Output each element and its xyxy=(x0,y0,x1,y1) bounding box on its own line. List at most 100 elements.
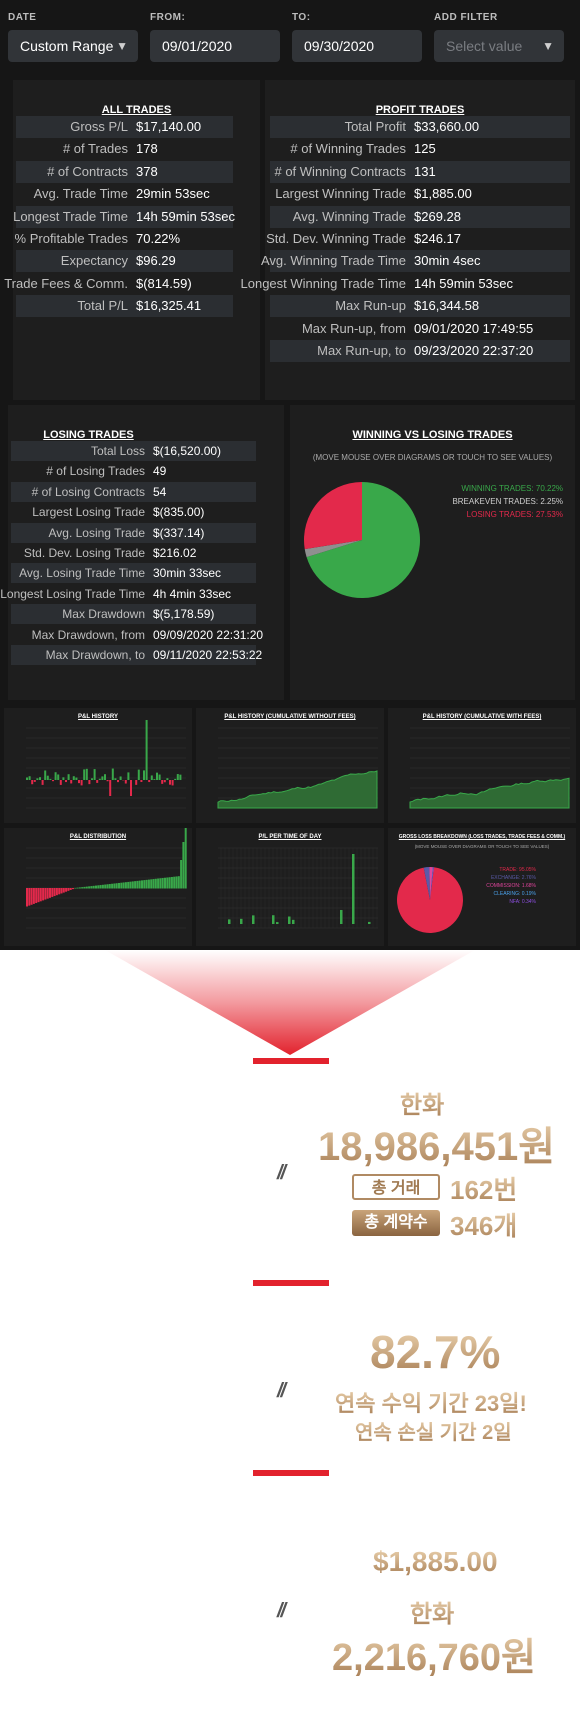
bar xyxy=(340,910,343,924)
chevron-down-icon: ▼ xyxy=(116,39,128,53)
stat-label: Total Loss xyxy=(90,444,145,458)
stat-label: Max Drawdown, from xyxy=(31,627,145,642)
bar xyxy=(80,780,83,786)
bar xyxy=(134,881,137,889)
win-loss-pie[interactable] xyxy=(290,405,575,700)
bar xyxy=(55,888,58,896)
bar xyxy=(111,768,114,780)
profit-trades-panel: PROFIT TRADES Total Profit $33,660.00 # of… xyxy=(241,80,575,400)
bar xyxy=(182,842,185,889)
bar xyxy=(30,888,33,905)
stat-row: Longest Losing Trade Time 4h 4min 33sec xyxy=(0,584,256,604)
bar xyxy=(171,780,174,786)
stat-value: 30min 4sec xyxy=(414,253,481,269)
bar xyxy=(85,886,88,889)
stat-row: Gross P/L $17,140.00 xyxy=(16,116,233,138)
bar xyxy=(150,879,153,889)
bar xyxy=(101,776,104,780)
bar xyxy=(158,774,161,780)
date-range-select[interactable]: Custom Range ▼ xyxy=(8,30,138,62)
total-trades-badge: 총 거래 xyxy=(352,1174,440,1200)
largest-win-krw: 2,216,760원 xyxy=(332,1626,536,1681)
stat-value: 70.22% xyxy=(136,231,181,246)
bar xyxy=(137,769,140,780)
bar xyxy=(41,780,44,785)
stat-row: Largest Winning Trade $1,885.00 xyxy=(270,183,570,205)
bar xyxy=(49,778,52,780)
stat-value: 54 xyxy=(153,484,167,499)
stat-value: $(5,178.59) xyxy=(153,607,215,622)
bar xyxy=(92,885,95,889)
bar xyxy=(62,888,65,893)
legend-exchange: EXCHANGE: 2.76% xyxy=(490,875,536,881)
legend-nfa: NFA: 0.34% xyxy=(509,899,536,905)
bar xyxy=(78,780,80,784)
krw-label-2: 한화 xyxy=(410,1594,454,1629)
bar xyxy=(36,778,39,780)
to-label: TO: xyxy=(292,12,311,23)
bar xyxy=(166,778,169,780)
to-date-input[interactable]: 09/30/2020 xyxy=(292,30,422,62)
pl-cumulative-with-fees-chart[interactable]: P&L HISTORY (CUMULATIVE WITH FEES) xyxy=(388,708,576,823)
stat-value: 125 xyxy=(414,141,436,157)
pl-cumulative-without-fees-chart[interactable]: P&L HISTORY (CUMULATIVE WITHOUT FEES) xyxy=(196,708,384,823)
total-contracts-badge: 총 계약수 xyxy=(352,1210,440,1236)
bar xyxy=(179,774,182,780)
bar xyxy=(136,880,139,889)
stat-label: Avg. Winning Trade Time xyxy=(261,253,406,269)
stat-value: $(16,520.00) xyxy=(153,444,222,458)
bar xyxy=(173,876,176,889)
bar xyxy=(49,888,51,898)
bar xyxy=(74,887,77,889)
bar xyxy=(119,776,122,780)
bar xyxy=(174,778,177,780)
pie-slice-losing[interactable] xyxy=(304,482,362,550)
stat-label: Std. Dev. Winning Trade xyxy=(266,231,406,246)
pl-history-chart[interactable]: P&L HISTORY xyxy=(4,708,192,823)
bar xyxy=(120,882,123,889)
trade-dashboard: DATE Custom Range ▼ FROM: 09/01/2020 TO:… xyxy=(0,0,580,950)
bar xyxy=(180,860,183,889)
stat-label: Longest Winning Trade Time xyxy=(240,275,406,291)
bar xyxy=(39,777,41,780)
from-date-input[interactable]: 09/01/2020 xyxy=(150,30,280,62)
bar xyxy=(292,919,295,924)
bar xyxy=(113,883,116,889)
bar xyxy=(83,886,86,889)
bar xyxy=(90,886,93,889)
profit-trades-title: PROFIT TRADES xyxy=(375,104,465,116)
bar xyxy=(76,887,79,889)
stat-value: $(835.00) xyxy=(153,505,205,520)
bar xyxy=(88,886,91,889)
stat-label: Largest Losing Trade xyxy=(32,505,145,520)
bar xyxy=(62,777,65,780)
bar xyxy=(141,880,143,889)
pl-distribution-chart[interactable]: P&L DISTRIBUTION xyxy=(4,828,192,946)
all-trades-panel: ALL TRADES Gross P/L $17,140.00 # of Trade… xyxy=(4,80,260,400)
section-divider xyxy=(253,1058,329,1064)
bar xyxy=(31,780,34,785)
gross-loss-breakdown-chart[interactable]: GROSS LOSS BREAKDOWN (LOSS TRADES, TRADE… xyxy=(388,828,576,946)
bar xyxy=(101,884,104,889)
largest-win-usd: $1,885.00 xyxy=(373,1546,498,1577)
bar xyxy=(159,878,162,889)
stat-value: $17,140.00 xyxy=(136,119,202,134)
stat-value: $216.02 xyxy=(153,546,197,560)
stat-label: Longest Losing Trade Time xyxy=(0,586,145,601)
stat-label: Largest Winning Trade xyxy=(275,186,406,202)
legend-trade: TRADE: 95.05% xyxy=(499,867,536,873)
bar xyxy=(163,780,166,783)
bar xyxy=(109,780,112,796)
stat-row: Avg. Winning Trade Time 30min 4sec xyxy=(261,250,570,273)
bar xyxy=(154,878,157,889)
bar xyxy=(70,780,73,784)
bar xyxy=(44,888,47,900)
from-label: FROM: xyxy=(150,12,186,23)
win-streak-text: 연속 수익 기간 23일! xyxy=(335,1386,527,1418)
add-filter-select[interactable]: Select value ▼ xyxy=(434,30,564,62)
bar xyxy=(177,876,180,889)
stat-label: # of Contracts xyxy=(47,163,128,179)
pl-time-of-day-chart[interactable]: P/L PER TIME OF DAY xyxy=(196,828,384,946)
stat-value: 09/09/2020 22:31:20 xyxy=(153,627,264,642)
stat-value: $1,885.00 xyxy=(414,186,472,202)
